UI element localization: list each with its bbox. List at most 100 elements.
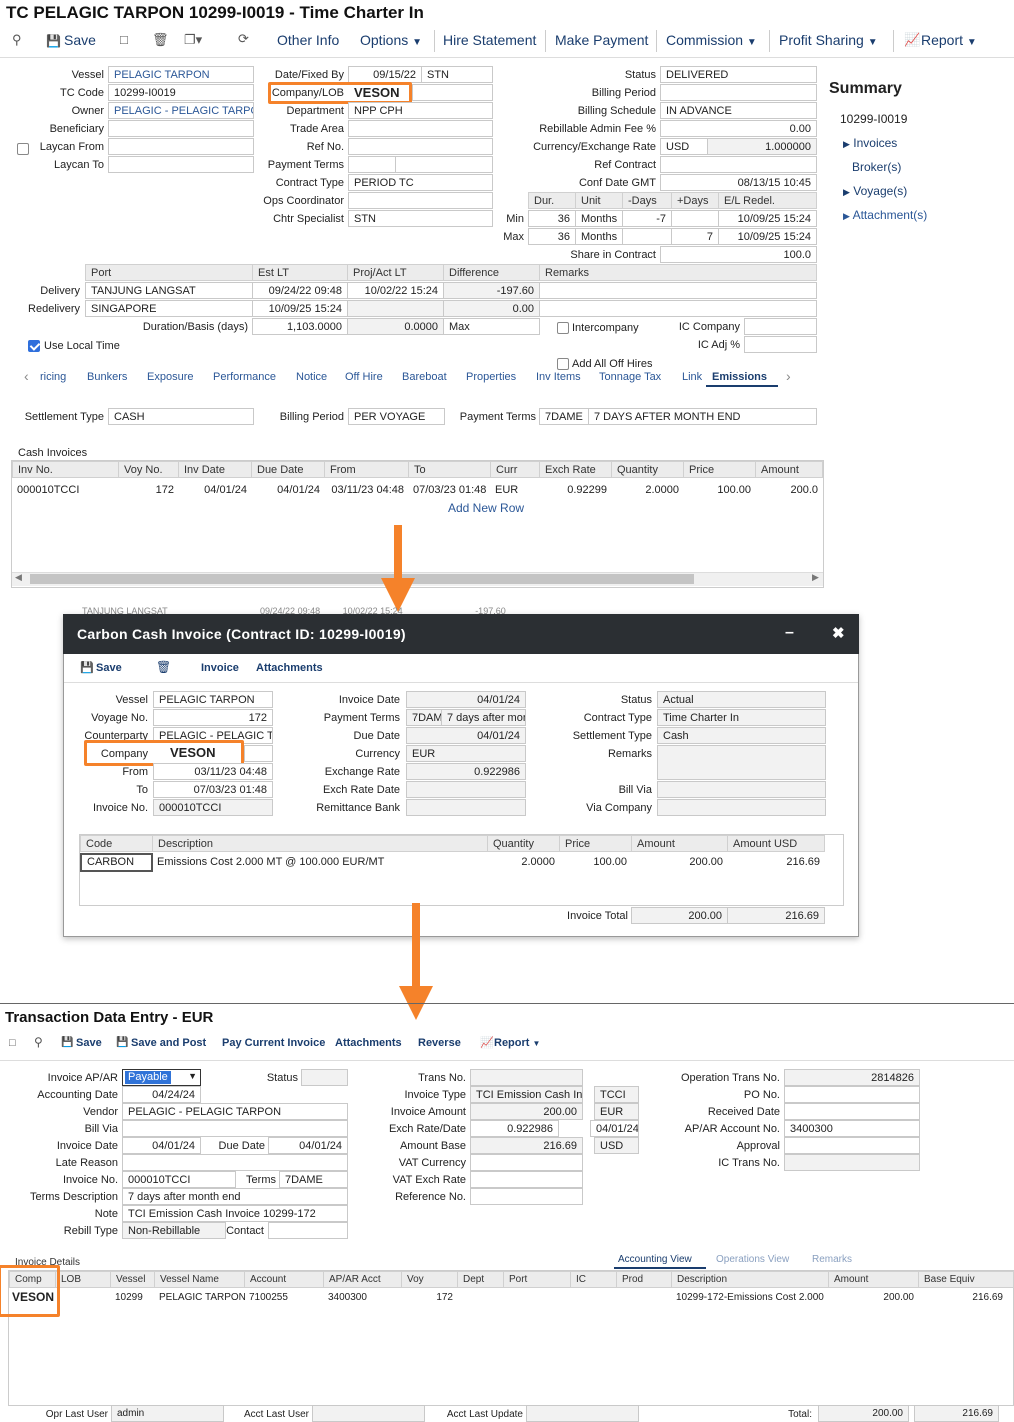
dlg-invno-field[interactable]: 000010TCCI <box>153 799 273 816</box>
reference-no-field[interactable] <box>470 1188 583 1205</box>
billing-period-field[interactable] <box>660 84 817 101</box>
billing-period2-field[interactable]: PER VOYAGE <box>348 408 445 425</box>
dlg-to-field[interactable]: 07/03/23 01:48 <box>153 781 273 798</box>
dlg-ct-field[interactable]: Time Charter In <box>657 709 826 726</box>
save-icon[interactable]: 💾 <box>80 661 94 674</box>
tab-operations-view[interactable]: Operations View <box>716 1254 789 1265</box>
options-menu[interactable]: Options ▼ <box>360 32 422 48</box>
billing-schedule-field[interactable]: IN ADVANCE <box>660 102 817 119</box>
dlg-pt-code[interactable]: 7DAME <box>406 709 442 726</box>
copy-icon[interactable]: ❐▾ <box>184 33 202 47</box>
apar-select[interactable]: Payable ▼ <box>122 1069 201 1086</box>
delivery-est[interactable]: 09/24/22 09:48 <box>252 282 348 299</box>
trade-area-field[interactable] <box>348 120 493 137</box>
trash-icon[interactable]: 🗑 <box>156 660 171 674</box>
dlg-company-field[interactable]: VESON <box>170 745 216 760</box>
tabs-scroll-left[interactable]: ‹ <box>24 368 29 384</box>
amount-base-field[interactable]: 216.69 <box>470 1137 583 1154</box>
redelivery-remarks[interactable] <box>539 300 817 317</box>
max-minus-field[interactable] <box>622 228 672 245</box>
max-plus-field[interactable]: 7 <box>671 228 719 245</box>
tab-inv-items[interactable]: Inv Items <box>536 371 581 383</box>
status-field[interactable]: DELIVERED <box>660 66 817 83</box>
trans-due-field[interactable]: 04/01/24 <box>268 1137 348 1154</box>
delivery-remarks[interactable] <box>539 282 817 299</box>
chtr-specialist-field[interactable]: STN <box>348 210 493 227</box>
vat-exch-field[interactable] <box>470 1171 583 1188</box>
rebillable-fee-field[interactable]: 0.00 <box>660 120 817 137</box>
currency-field[interactable]: USD <box>660 138 708 155</box>
scroll-right-icon[interactable]: ▶ <box>812 572 819 583</box>
tab-emissions[interactable]: Emissions <box>712 371 767 383</box>
tab-performance[interactable]: Performance <box>213 371 276 383</box>
commission-menu[interactable]: Commission ▼ <box>666 32 757 48</box>
dialog-invoice-button[interactable]: Invoice <box>201 662 239 674</box>
dlg-pt-desc[interactable]: 7 days after month end <box>441 709 526 726</box>
intercompany-checkbox[interactable] <box>557 322 569 334</box>
date-fixed-field[interactable]: 09/15/22 <box>348 66 422 83</box>
dlg-xrd-field[interactable] <box>406 781 526 798</box>
billvia-field[interactable] <box>122 1120 348 1137</box>
ic-company-field[interactable] <box>744 318 817 335</box>
share-field[interactable]: 100.0 <box>660 246 817 263</box>
dlg-company-extra[interactable] <box>244 745 273 762</box>
company-lob-field[interactable]: VESON <box>354 85 400 100</box>
exch-date-field[interactable]: 04/01/24 <box>590 1120 639 1137</box>
profit-sharing-menu[interactable]: Profit Sharing ▼ <box>779 32 878 48</box>
redelivery-port[interactable]: SINGAPORE <box>85 300 253 317</box>
amount-base-curr[interactable]: USD <box>594 1137 639 1154</box>
trans-report-menu[interactable]: Report ▼ <box>494 1037 540 1049</box>
refresh-icon[interactable]: ⟳ <box>238 32 249 46</box>
trans-status-field[interactable] <box>301 1069 348 1086</box>
laycan-checkbox[interactable] <box>17 143 29 155</box>
tab-bareboat[interactable]: Bareboat <box>402 371 447 383</box>
inv-type-field[interactable]: TCI Emission Cash Invoice <box>470 1086 583 1103</box>
dialog-attachments-button[interactable]: Attachments <box>256 662 323 674</box>
contract-type-field[interactable]: PERIOD TC <box>348 174 493 191</box>
vat-currency-field[interactable] <box>470 1154 583 1171</box>
ref-no-field[interactable] <box>348 138 493 155</box>
trans-invdate-field[interactable]: 04/01/24 <box>122 1137 201 1154</box>
exch-rate-field[interactable]: 0.922986 <box>470 1120 559 1137</box>
document-icon[interactable]: □ <box>9 1036 16 1050</box>
apar-acct-field[interactable]: 3400300 <box>784 1120 920 1137</box>
late-reason-field[interactable] <box>122 1154 348 1171</box>
fixed-by-field[interactable]: STN <box>421 66 493 83</box>
summary-brokers[interactable]: Broker(s) <box>852 160 901 174</box>
min-el-field[interactable]: 10/09/25 15:24 <box>718 210 817 227</box>
ref-contract-field[interactable] <box>660 156 817 173</box>
laycan-to-field[interactable] <box>108 156 254 173</box>
ic-adj-field[interactable] <box>744 336 817 353</box>
search-icon[interactable]: ⚲ <box>12 33 22 47</box>
min-dur-field[interactable]: 36 <box>528 210 576 227</box>
duration-basis[interactable]: Max <box>443 318 540 335</box>
max-unit-field[interactable]: Months <box>575 228 623 245</box>
terms-desc-field[interactable]: 7 days after month end <box>122 1188 348 1205</box>
tab-bunkers[interactable]: Bunkers <box>87 371 127 383</box>
tc-code-field[interactable]: 10299-I0019 <box>108 84 254 101</box>
redelivery-proj[interactable] <box>347 300 444 317</box>
add-off-hires-checkbox[interactable] <box>557 358 569 370</box>
tab-remarks[interactable]: Remarks <box>812 1254 852 1265</box>
add-new-row-link[interactable]: Add New Row <box>448 501 524 515</box>
save-icon[interactable]: 💾 <box>61 1036 73 1050</box>
tab-properties[interactable]: Properties <box>466 371 516 383</box>
minimize-icon[interactable]: – <box>785 624 794 642</box>
received-date-field[interactable] <box>784 1103 920 1120</box>
save-and-post-button[interactable]: Save and Post <box>131 1037 206 1049</box>
acct-date-field[interactable]: 04/24/24 <box>122 1086 201 1103</box>
search-icon[interactable]: ⚲ <box>34 1035 43 1049</box>
save-button[interactable]: Save <box>64 32 96 48</box>
payment-terms2-code[interactable]: 7DAME <box>539 408 589 425</box>
note-field[interactable]: TCI Emission Cash Invoice 10299-172 <box>122 1205 348 1222</box>
ops-coordinator-field[interactable] <box>348 192 493 209</box>
redelivery-est[interactable]: 10/09/25 15:24 <box>252 300 348 317</box>
dlg-xr-field[interactable]: 0.922986 <box>406 763 526 780</box>
op-trans-field[interactable]: 2814826 <box>784 1069 920 1086</box>
hire-statement-button[interactable]: Hire Statement <box>443 32 536 48</box>
approval-field[interactable] <box>784 1137 920 1154</box>
save-post-icon[interactable]: 💾 <box>116 1036 128 1050</box>
scroll-left-icon[interactable]: ◀ <box>15 572 22 583</box>
tab-notice[interactable]: Notice <box>296 371 327 383</box>
payment-terms-desc-field[interactable] <box>395 156 493 173</box>
